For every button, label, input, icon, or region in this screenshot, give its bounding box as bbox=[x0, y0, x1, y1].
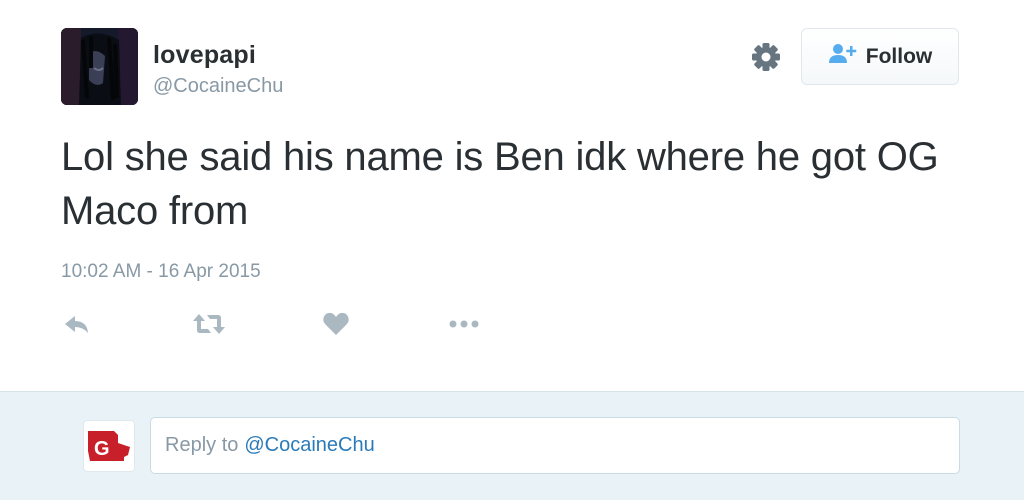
follow-user-icon bbox=[828, 43, 858, 70]
tweet-timestamp[interactable]: 10:02 AM - 16 Apr 2015 bbox=[61, 261, 261, 283]
follow-label: Follow bbox=[865, 44, 933, 68]
display-name[interactable]: lovepapi bbox=[153, 41, 256, 70]
follow-button[interactable]: Follow bbox=[801, 28, 959, 85]
more-icon[interactable] bbox=[446, 310, 482, 343]
reply-avatar: G bbox=[83, 420, 135, 472]
reply-icon[interactable] bbox=[63, 310, 91, 343]
svg-text:G: G bbox=[94, 438, 110, 460]
avatar-image bbox=[61, 28, 138, 105]
retweet-icon[interactable] bbox=[191, 310, 227, 343]
reply-placeholder-handle: @CocaineChu bbox=[244, 434, 375, 456]
tweet-text: Lol she said his name is Ben idk where h… bbox=[61, 135, 939, 233]
reply-input[interactable]: Reply to @CocaineChu bbox=[150, 417, 960, 474]
reply-placeholder-prefix: Reply to bbox=[165, 434, 239, 456]
user-handle[interactable]: @CocaineChu bbox=[153, 75, 283, 98]
tweet-card: lovepapi @CocaineChu Follow Lol she said… bbox=[0, 0, 1024, 391]
bottom-edge-strip bbox=[0, 494, 1024, 501]
gear-icon[interactable] bbox=[749, 40, 783, 74]
reply-avatar-logo-icon: G bbox=[88, 431, 130, 461]
user-avatar[interactable] bbox=[61, 28, 138, 105]
heart-icon[interactable] bbox=[322, 310, 350, 343]
